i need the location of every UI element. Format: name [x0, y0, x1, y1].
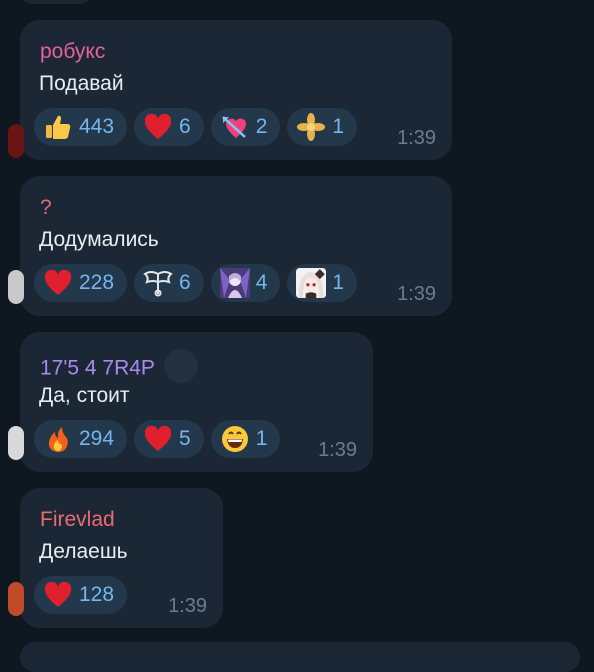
- reaction-heart[interactable]: 228: [34, 264, 128, 302]
- sender-badge-icon: [164, 349, 199, 383]
- sender-name[interactable]: 17'5 4 7R4P: [40, 349, 199, 386]
- avatar-edge[interactable]: [8, 426, 24, 460]
- red-heart-icon: [143, 424, 173, 454]
- red-heart-icon: [43, 580, 73, 610]
- message-text: Да, стоит: [39, 384, 130, 407]
- heart-with-arrow-icon: [220, 112, 250, 142]
- reaction-fire[interactable]: 294: [34, 420, 128, 458]
- reaction-thumbs-up[interactable]: 443: [34, 108, 128, 146]
- golden-leaf-icon: [296, 112, 326, 142]
- previous-message-bubble: [20, 0, 92, 4]
- reactions-row: 228 6 4 1: [34, 264, 358, 302]
- sender-name-text: 17'5 4 7R4P: [40, 356, 155, 380]
- sender-name[interactable]: ?: [40, 196, 52, 220]
- message-text: Подавай: [39, 72, 124, 95]
- reaction-count: 6: [179, 115, 191, 138]
- message-bubble-2[interactable]: ? Додумались 228 6 4 1 1:39: [8, 176, 452, 316]
- reactions-row: 128: [34, 576, 128, 614]
- reaction-heart-with-arrow[interactable]: 2: [210, 108, 281, 146]
- message-time: 1:39: [397, 127, 436, 149]
- message-bubble-3[interactable]: 17'5 4 7R4P Да, стоит 294 5 1 1:39: [8, 332, 373, 472]
- avatar-edge[interactable]: [8, 582, 24, 616]
- reaction-count: 1: [332, 115, 345, 138]
- message-text: Додумались: [39, 228, 159, 251]
- message-bubble-4[interactable]: Firevlad Делаешь 128 1:39: [8, 488, 223, 628]
- sender-name[interactable]: робукс: [40, 40, 105, 64]
- grinning-face-icon: [220, 424, 250, 454]
- message-bubble-1[interactable]: робукс Подавай 443 6 2 1 1:39: [8, 20, 452, 160]
- anime-girl-icon: [296, 268, 327, 298]
- reaction-anime-character[interactable]: 4: [210, 264, 281, 302]
- reaction-heart[interactable]: 128: [34, 576, 128, 614]
- reaction-count: 228: [79, 271, 115, 294]
- reactions-row: 443 6 2 1: [34, 108, 358, 146]
- next-message-bubble: [20, 642, 580, 672]
- thumbs-up-icon: [43, 112, 73, 142]
- fire-icon: [43, 424, 73, 454]
- reaction-count: 128: [79, 583, 115, 606]
- reaction-count: 6: [179, 271, 191, 294]
- sender-name[interactable]: Firevlad: [40, 508, 115, 532]
- message-time: 1:39: [318, 439, 357, 461]
- red-heart-icon: [143, 112, 173, 142]
- message-time: 1:39: [397, 283, 436, 305]
- reaction-grinning-face[interactable]: 1: [210, 420, 281, 458]
- message-text: Делаешь: [39, 540, 128, 563]
- reaction-count: 1: [255, 427, 268, 450]
- reaction-golden-leaf[interactable]: 1: [287, 108, 358, 146]
- reaction-count: 5: [179, 427, 191, 450]
- reaction-count: 443: [79, 115, 115, 138]
- anime-character-icon: [219, 268, 250, 298]
- reaction-winged-key[interactable]: 6: [134, 264, 204, 302]
- winged-key-icon: [143, 268, 173, 298]
- reaction-heart[interactable]: 6: [134, 108, 204, 146]
- avatar-edge[interactable]: [8, 124, 24, 158]
- reaction-anime-girl[interactable]: 1: [287, 264, 358, 302]
- red-heart-icon: [43, 268, 73, 298]
- reaction-count: 2: [255, 115, 268, 138]
- reaction-count: 294: [79, 427, 115, 450]
- reactions-row: 294 5 1: [34, 420, 281, 458]
- reaction-count: 1: [332, 271, 345, 294]
- message-time: 1:39: [168, 595, 207, 617]
- avatar-edge[interactable]: [8, 270, 24, 304]
- reaction-count: 4: [255, 271, 268, 294]
- reaction-heart[interactable]: 5: [134, 420, 204, 458]
